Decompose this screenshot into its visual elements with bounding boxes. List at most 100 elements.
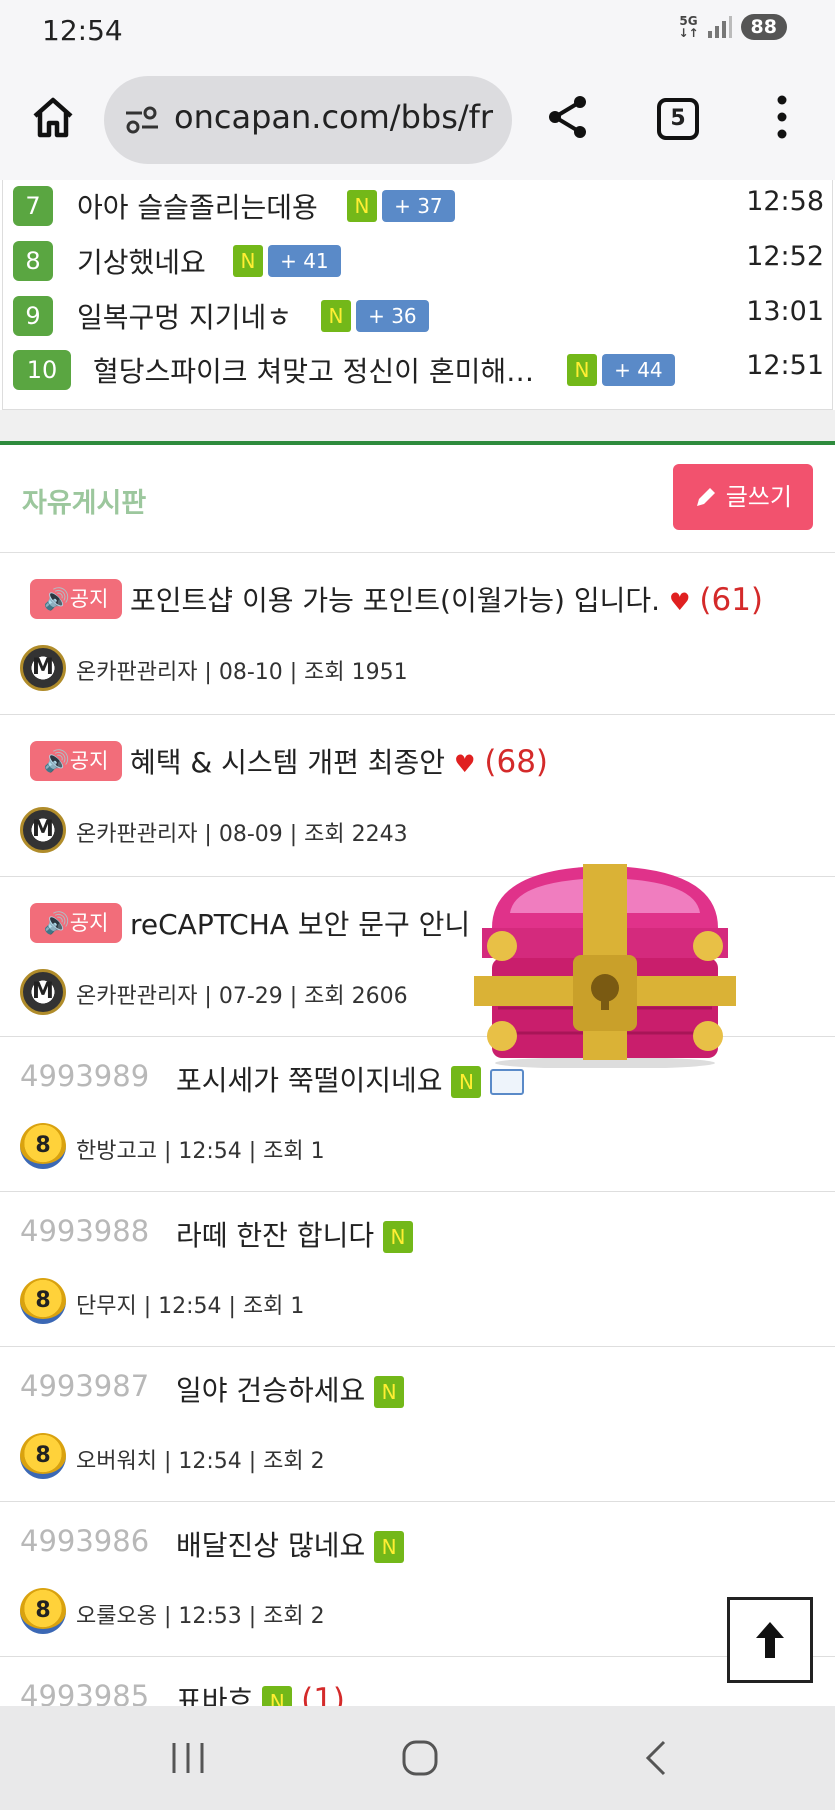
recent-apps-icon[interactable]	[168, 1738, 208, 1778]
level-badge: 8	[20, 1123, 66, 1169]
arrow-up-icon	[756, 1622, 784, 1658]
home-nav-icon[interactable]	[400, 1738, 440, 1778]
post-row[interactable]: 4993987 일야 건승하세요 N 8 오버워치 | 12:54 | 조회 2	[0, 1347, 835, 1502]
pencil-icon	[697, 488, 716, 506]
popular-time: 13:01	[746, 296, 824, 327]
comment-count: (68)	[484, 744, 549, 780]
image-attachment-icon	[490, 1069, 525, 1095]
comment-count-badge: + 37	[382, 190, 455, 222]
popular-time: 12:58	[746, 186, 824, 217]
notice-badge: 🔊공지	[30, 741, 122, 781]
post-row[interactable]: 4993986 배달진상 많네요 N 8 오룰오옹 | 12:53 | 조회 2	[0, 1502, 835, 1657]
new-badge: N	[383, 1221, 414, 1253]
share-icon[interactable]	[543, 92, 593, 142]
post-title[interactable]: 일야 건승하세요 N	[176, 1369, 405, 1409]
popular-title[interactable]: 일복구멍 지기네ㅎ	[77, 296, 292, 336]
site-settings-icon[interactable]	[124, 105, 160, 135]
tab-switcher-button[interactable]: 5	[657, 98, 699, 140]
signal-icon	[707, 16, 732, 38]
notice-title[interactable]: 포인트샵 이용 가능 포인트(이월가능) 입니다. ♥ (61)	[130, 579, 763, 619]
network-5g-icon: 5G ↓↑	[678, 14, 699, 40]
home-icon[interactable]	[28, 92, 78, 142]
battery-indicator: 88	[740, 14, 787, 40]
popular-time: 12:52	[746, 241, 824, 272]
notice-title[interactable]: 혜택 & 시스템 개편 최종안 ♥ (68)	[130, 741, 548, 781]
status-icons: 5G ↓↑ 88	[678, 14, 787, 40]
section-divider	[0, 410, 835, 442]
rank-badge: 9	[13, 296, 53, 336]
post-number: 4993988	[20, 1214, 150, 1248]
new-badge: N	[374, 1376, 405, 1408]
avatar: M	[20, 807, 66, 853]
comment-count-badge: + 41	[268, 245, 341, 277]
popular-item[interactable]: 8 기상했네요 N + 41 12:52	[3, 237, 834, 291]
comment-count: (61)	[699, 582, 764, 618]
heart-icon: ♥	[453, 750, 476, 778]
system-nav-bar	[0, 1706, 835, 1810]
popular-title[interactable]: 혈당스파이크 쳐맞고 정신이 혼미해…	[93, 350, 534, 390]
comment-count-badge: + 36	[356, 300, 429, 332]
url-text[interactable]: oncapan.com/bbs/fr	[174, 98, 493, 136]
heart-icon: ♥	[668, 588, 691, 616]
write-label: 글쓰기	[725, 483, 792, 511]
notice-post[interactable]: 🔊공지 포인트샵 이용 가능 포인트(이월가능) 입니다. ♥ (61) M 온…	[0, 553, 835, 715]
post-meta: 단무지 | 12:54 | 조회 1	[76, 1294, 305, 1319]
rank-badge: 8	[13, 241, 53, 281]
post-row[interactable]: 4993988 라떼 한잔 합니다 N 8 단무지 | 12:54 | 조회 1	[0, 1192, 835, 1347]
popular-badges: N + 41	[233, 245, 341, 277]
rank-badge: 7	[13, 186, 53, 226]
popular-list: 7 아아 슬슬졸리는데용 N + 37 12:58 8 기상했네요 N + 41…	[2, 180, 833, 410]
popular-item[interactable]: 7 아아 슬슬졸리는데용 N + 37 12:58	[3, 182, 834, 236]
speaker-icon: 🔊	[43, 911, 70, 935]
board-title: 자유게시판	[22, 488, 147, 519]
new-badge: N	[374, 1531, 405, 1563]
post-number: 4993987	[20, 1369, 150, 1403]
new-badge: N	[347, 190, 377, 222]
popular-title[interactable]: 기상했네요	[77, 241, 206, 281]
notice-badge: 🔊공지	[30, 903, 122, 943]
new-badge: N	[451, 1066, 482, 1098]
more-menu-icon[interactable]	[770, 94, 794, 140]
notice-title[interactable]: reCAPTCHA 보안 문구 안니	[130, 903, 470, 943]
write-button[interactable]: 글쓰기	[673, 464, 813, 530]
avatar: M	[20, 645, 66, 691]
new-badge: N	[233, 245, 263, 277]
level-badge: 8	[20, 1278, 66, 1324]
notice-badge: 🔊공지	[30, 579, 122, 619]
post-meta: 온카판관리자 | 08-10 | 조회 1951	[76, 660, 408, 685]
scroll-to-top-button[interactable]	[727, 1597, 813, 1683]
post-meta: 온카판관리자 | 07-29 | 조회 2606	[76, 984, 408, 1009]
popular-item[interactable]: 10 혈당스파이크 쳐맞고 정신이 혼미해… N + 44 12:51	[3, 346, 834, 400]
address-bar[interactable]: oncapan.com/bbs/fr	[104, 76, 512, 164]
post-meta: 한방고고 | 12:54 | 조회 1	[76, 1139, 325, 1164]
post-number: 4993986	[20, 1524, 150, 1558]
popular-badges: N + 44	[567, 354, 675, 386]
post-meta: 오버워치 | 12:54 | 조회 2	[76, 1449, 325, 1474]
popular-item[interactable]: 9 일복구멍 지기네ㅎ N + 36 13:01	[3, 292, 834, 346]
back-icon[interactable]	[636, 1738, 676, 1778]
notice-post[interactable]: 🔊공지 혜택 & 시스템 개편 최종안 ♥ (68) M 온카판관리자 | 08…	[0, 715, 835, 877]
speaker-icon: 🔊	[43, 749, 70, 773]
popular-time: 12:51	[746, 350, 824, 381]
popular-badges: N + 36	[321, 300, 429, 332]
popular-title[interactable]: 아아 슬슬졸리는데용	[77, 186, 318, 226]
post-number: 4993989	[20, 1059, 150, 1093]
popular-badges: N + 37	[347, 190, 455, 222]
speaker-icon: 🔊	[43, 587, 70, 611]
treasure-chest-icon[interactable]	[470, 858, 740, 1068]
clock: 12:54	[42, 14, 123, 47]
new-badge: N	[567, 354, 597, 386]
post-title[interactable]: 배달진상 많네요 N	[176, 1524, 405, 1564]
avatar: M	[20, 969, 66, 1015]
new-badge: N	[321, 300, 351, 332]
post-meta: 오룰오옹 | 12:53 | 조회 2	[76, 1604, 325, 1629]
post-title[interactable]: 라떼 한잔 합니다 N	[176, 1214, 414, 1254]
level-badge: 8	[20, 1433, 66, 1479]
post-meta: 온카판관리자 | 08-09 | 조회 2243	[76, 822, 408, 847]
rank-badge: 10	[13, 350, 71, 390]
level-badge: 8	[20, 1588, 66, 1634]
comment-count-badge: + 44	[602, 354, 675, 386]
board-header: 자유게시판 글쓰기	[0, 445, 835, 553]
browser-toolbar: oncapan.com/bbs/fr 5	[0, 62, 835, 180]
status-bar: 12:54 5G ↓↑ 88	[0, 0, 835, 62]
